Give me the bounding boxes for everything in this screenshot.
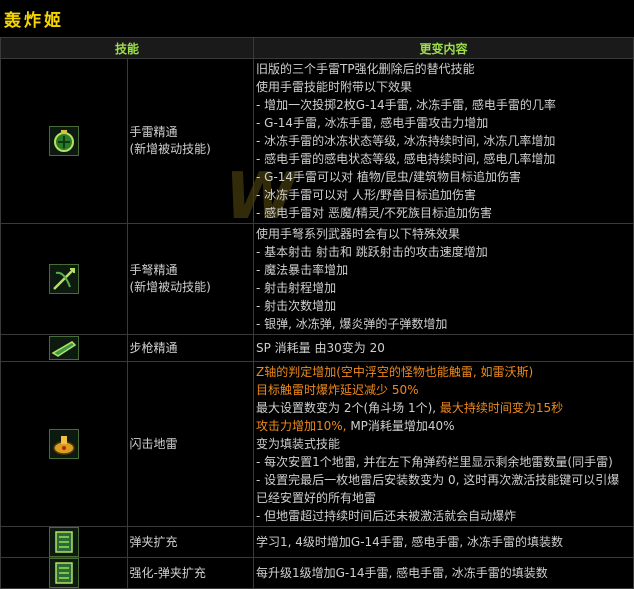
change-description: 学习1, 4级时增加G-14手雷, 感电手雷, 冰冻手雷的填装数 bbox=[253, 526, 634, 558]
change-line: 最大设置数变为 2个(角斗场 1个), bbox=[256, 401, 440, 415]
change-line: 学习1, 4级时增加G-14手雷, 感电手雷, 冰冻手雷的填装数 bbox=[256, 535, 564, 549]
table-row: 强化-弹夹扩充 每升级1级增加G-14手雷, 感电手雷, 冰冻手雷的填装数 bbox=[0, 557, 634, 589]
change-line: - 感电手雷的感电状态等级, 感电持续时间, 感电几率增加 bbox=[256, 152, 556, 166]
change-line-highlight: 最大持续时间变为15秒 bbox=[439, 401, 564, 415]
change-line: - 冰冻手雷可以对 人形/野兽目标追加伤害 bbox=[256, 188, 477, 202]
change-description: Z轴的判定增加(空中浮空的怪物也能触雷, 如雷沃斯) 目标触雷时爆炸延迟减少 5… bbox=[253, 361, 634, 527]
change-description: 每升级1级增加G-14手雷, 感电手雷, 冰冻手雷的填装数 bbox=[253, 557, 634, 589]
change-line: - 基本射击 射击和 跳跃射击的攻击速度增加 bbox=[256, 245, 488, 259]
change-line: - 射击射程增加 bbox=[256, 281, 337, 295]
skill-name: 闪击地雷 bbox=[129, 436, 178, 451]
change-line: - 冰冻手雷的冰冻状态等级, 冰冻持续时间, 冰冻几率增加 bbox=[256, 134, 556, 148]
change-line: - 每次安置1个地雷, 并在左下角弹药栏里显示剩余地雷数量(同手雷) bbox=[256, 455, 613, 469]
skill-name: 手雷精通 bbox=[129, 125, 178, 139]
change-line: - 银弹, 冰冻弹, 爆炎弹的子弹数增加 bbox=[256, 317, 448, 331]
change-line: SP 消耗量 由30变为 20 bbox=[256, 341, 385, 355]
magazine-icon bbox=[48, 527, 79, 557]
change-line: 每升级1级增加G-14手雷, 感电手雷, 冰冻手雷的填装数 bbox=[256, 566, 548, 580]
skill-subtitle: (新增被动技能) bbox=[129, 280, 211, 294]
skill-name: 强化-弹夹扩充 bbox=[129, 565, 206, 580]
change-line: 变为填装式技能 bbox=[256, 437, 341, 451]
table-row: 闪击地雷 Z轴的判定增加(空中浮空的怪物也能触雷, 如雷沃斯) 目标触雷时爆炸延… bbox=[0, 361, 634, 527]
change-line: - G-14手雷, 冰冻手雷, 感电手雷攻击力增加 bbox=[256, 116, 489, 130]
change-line: - 感电手雷对 恶魔/精灵/不死族目标追加伤害 bbox=[256, 206, 493, 220]
page-title: 轰炸姬 bbox=[4, 11, 64, 31]
magazine-icon bbox=[48, 558, 79, 588]
header-change: 更变内容 bbox=[253, 37, 634, 59]
change-line: MP消耗量增加40% bbox=[350, 419, 455, 433]
change-line-highlight: 攻击力增加10%, bbox=[256, 419, 351, 433]
change-description: SP 消耗量 由30变为 20 bbox=[253, 334, 634, 362]
change-description: 旧版的三个手雷TP强化删除后的替代技能 使用手雷技能时附带以下效果 - 增加一次… bbox=[253, 58, 634, 224]
skill-subtitle: (新增被动技能) bbox=[129, 142, 211, 156]
table-row: 步枪精通 SP 消耗量 由30变为 20 bbox=[0, 334, 634, 362]
mine-icon bbox=[48, 429, 79, 459]
change-line-highlight: 目标触雷时爆炸延迟减少 50% bbox=[256, 383, 419, 397]
skill-name: 手弩精通 bbox=[129, 263, 178, 277]
change-line: - 增加一次投掷2枚G-14手雷, 冰冻手雷, 感电手雷的几率 bbox=[256, 98, 556, 112]
change-line: - G-14手雷可以对 植物/昆虫/建筑物目标追加伤害 bbox=[256, 170, 521, 184]
change-line: - 设置完最后一枚地雷后安装数变为 0, 这时再次激活技能键可以引爆已经安置好的… bbox=[256, 473, 620, 505]
change-description: 使用手弩系列武器时会有以下特殊效果 - 基本射击 射击和 跳跃射击的攻击速度增加… bbox=[253, 223, 634, 335]
change-line: - 但地雷超过持续时间后还未被激活就会自动爆炸 bbox=[256, 509, 517, 523]
change-line: - 魔法暴击率增加 bbox=[256, 263, 349, 277]
skill-name: 弹夹扩充 bbox=[129, 534, 178, 549]
change-line-highlight: Z轴的判定增加(空中浮空的怪物也能触雷, 如雷沃斯) bbox=[256, 365, 534, 379]
table-row: 手弩精通 (新增被动技能) 使用手弩系列武器时会有以下特殊效果 - 基本射击 射… bbox=[0, 223, 634, 335]
table-row: 手雷精通 (新增被动技能) 旧版的三个手雷TP强化删除后的替代技能 使用手雷技能… bbox=[0, 58, 634, 224]
skill-change-table: 技能 更变内容 手雷精通 (新增被动技能) 旧版的三个手雷TP强化删除后的替代技… bbox=[0, 37, 634, 589]
crossbow-icon bbox=[48, 264, 79, 294]
table-row: 弹夹扩充 学习1, 4级时增加G-14手雷, 感电手雷, 冰冻手雷的填装数 bbox=[0, 526, 634, 558]
skill-name: 步枪精通 bbox=[129, 340, 178, 355]
change-line: - 射击次数增加 bbox=[256, 299, 337, 313]
rifle-icon bbox=[48, 336, 79, 360]
change-line: 旧版的三个手雷TP强化删除后的替代技能 bbox=[256, 62, 475, 76]
change-line: 使用手弩系列武器时会有以下特殊效果 bbox=[256, 227, 461, 241]
header-skill: 技能 bbox=[0, 37, 254, 59]
table-header-row: 技能 更变内容 bbox=[0, 37, 634, 59]
grenade-icon bbox=[48, 126, 79, 156]
change-line: 使用手雷技能时附带以下效果 bbox=[256, 80, 413, 94]
